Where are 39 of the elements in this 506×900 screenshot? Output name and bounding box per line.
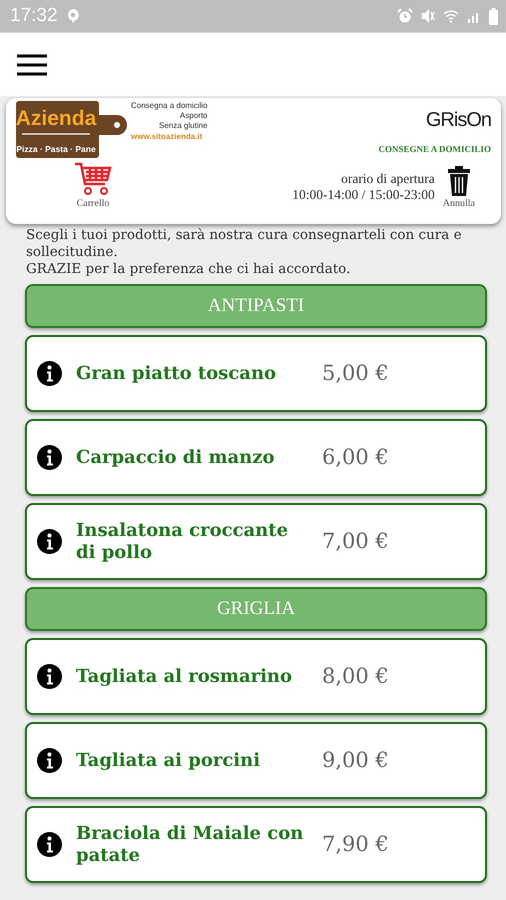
product-price: 5,00 €: [322, 360, 389, 387]
product-card[interactable]: Tagliata al rosmarino 8,00 €: [25, 638, 487, 715]
product-card[interactable]: Gran piatto toscano 5,00 €: [25, 335, 487, 412]
product-card[interactable]: Insalatona croccante di pollo 7,00 €: [25, 503, 487, 580]
product-card[interactable]: Carpaccio di manzo 6,00 €: [25, 419, 487, 496]
info-icon[interactable]: [37, 748, 62, 773]
product-name: Tagliata ai porcini: [76, 750, 262, 772]
product-price: 6,00 €: [322, 444, 389, 471]
wifi-icon: [443, 9, 459, 23]
product-price: 7,90 €: [322, 830, 389, 858]
services-text: Consegna a domicilio Asporto Senza glutine: [131, 101, 208, 131]
cancel-button[interactable]: Annulla: [442, 166, 475, 211]
product-name: Tagliata al rosmarino: [76, 666, 294, 688]
battery-icon: [489, 8, 498, 24]
status-time: 17:32: [10, 4, 58, 28]
info-icon[interactable]: [37, 664, 62, 689]
product-name: Carpaccio di manzo: [76, 446, 276, 468]
logo: Azienda Pizza · Pasta · Pane: [16, 101, 127, 158]
product-card[interactable]: Braciola di Maiale con patate 7,90 €: [25, 806, 487, 883]
product-price: 9,00 €: [322, 746, 389, 774]
product-price: 8,00 €: [322, 662, 389, 690]
alarm-icon: [397, 8, 413, 24]
cart-button[interactable]: Carrello: [74, 162, 112, 211]
brand-subtitle: CONSEGNE A DOMICILIO: [378, 143, 491, 156]
info-icon[interactable]: [37, 529, 62, 554]
info-icon[interactable]: [37, 445, 62, 470]
product-price: 7,00 €: [322, 528, 389, 555]
menu-icon[interactable]: [16, 54, 48, 76]
intro-text: Scegli i tuoi prodotti, sarà nostra cura consegnarteli con cura e sollecitudine.: [26, 227, 463, 261]
opening-hours: orario di apertura 10:00-14:00 / 15:00-23:00: [292, 171, 435, 203]
product-name: Insalatona croccante di pollo: [76, 520, 290, 564]
mute-icon: [421, 8, 435, 24]
product-name: Braciola di Maiale con patate: [76, 822, 304, 866]
info-icon[interactable]: [37, 832, 62, 857]
info-icon[interactable]: [37, 361, 62, 386]
product-card[interactable]: Tagliata ai porcini 9,00 €: [25, 722, 487, 799]
intro-text: GRAZIE per la preferenza che ci hai accordato.: [26, 261, 352, 278]
product-name: Gran piatto toscano: [76, 362, 278, 384]
brand-logo: GRisOn: [426, 108, 491, 133]
